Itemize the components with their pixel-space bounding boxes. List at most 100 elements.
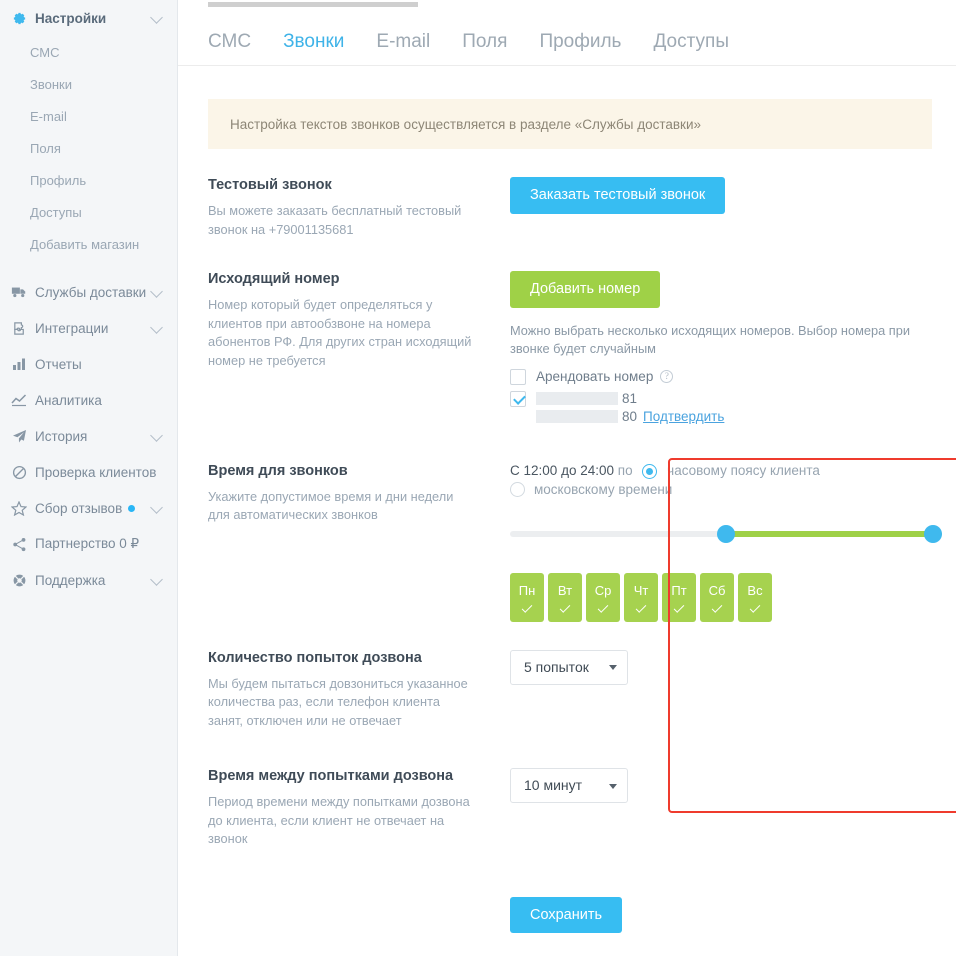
section-test-call: Тестовый звонок Вы можете заказать беспл… — [208, 177, 932, 239]
chevron-down-icon[interactable] — [150, 501, 163, 514]
sidebar-subitem-label: Поля — [30, 140, 61, 156]
slider-handle-start[interactable] — [717, 524, 735, 543]
main-content: СМС Звонки E-mail Поля Профиль Доступы Н… — [178, 0, 956, 956]
outgoing-number-hint: Можно выбрать несколько исходящих номеро… — [510, 322, 910, 357]
save-button[interactable]: Сохранить — [510, 896, 623, 934]
weekday-fri[interactable]: Пт — [662, 572, 696, 622]
call-time-range-line: С 12:00 до 24:00 по часовому поясу клиен… — [510, 463, 942, 479]
sidebar-item-settings[interactable]: Настройки — [0, 0, 177, 36]
slider-handle-end[interactable] — [924, 524, 942, 543]
tab-access[interactable]: Доступы — [653, 31, 729, 53]
sidebar-item-label: История — [35, 428, 88, 444]
radio-moscow-time[interactable] — [510, 481, 525, 497]
gear-icon — [10, 10, 28, 26]
sidebar-item-history[interactable]: История — [0, 418, 177, 454]
tab-calls[interactable]: Звонки — [283, 31, 344, 53]
ban-icon — [10, 464, 28, 480]
sidebar-item-support[interactable]: Поддержка — [0, 562, 177, 598]
confirm-number-link[interactable]: Подтвердить — [643, 409, 724, 424]
rent-number-checkbox[interactable] — [510, 368, 526, 385]
order-test-call-button[interactable]: Заказать тестовый звонок — [510, 177, 726, 214]
sidebar-subitem-sms[interactable]: СМС — [0, 36, 177, 68]
info-banner: Настройка текстов звонков осуществляется… — [208, 99, 932, 149]
section-call-time: Время для звонков Укажите допустимое вре… — [208, 462, 942, 622]
chevron-down-icon[interactable] — [150, 321, 163, 334]
sidebar-item-label: Партнерство 0 ₽ — [35, 536, 140, 551]
sidebar-item-reports[interactable]: Отчеты — [0, 346, 177, 382]
check-icon — [749, 602, 761, 613]
section-interval: Время между попытками дозвона Период вре… — [208, 768, 932, 849]
weekday-wed[interactable]: Ср — [586, 572, 620, 622]
section-description: Вы можете заказать бесплатный тестовый з… — [208, 203, 462, 237]
sidebar-item-analytics[interactable]: Аналитика — [0, 382, 177, 418]
tab-email[interactable]: E-mail — [376, 31, 430, 53]
section-outgoing-number-info: Исходящий номер Номер который будет опре… — [208, 271, 494, 425]
puzzle-icon — [10, 320, 28, 336]
number-row[interactable]: 80 Подтвердить — [510, 409, 932, 425]
time-to: 24:00 — [580, 462, 615, 478]
sidebar-item-delivery-services[interactable]: Службы доставки — [0, 274, 177, 310]
radio-moscow-time-label: московскому времени — [534, 481, 673, 497]
by-word: по — [617, 462, 633, 478]
attempts-select[interactable]: 5 попыток — [510, 649, 628, 685]
sidebar-subitem-profile[interactable]: Профиль — [0, 164, 177, 196]
tab-profile[interactable]: Профиль — [539, 31, 621, 53]
sidebar-item-label: Сбор отзывов — [35, 500, 123, 516]
section-title: Время для звонков — [208, 462, 348, 479]
time-range-slider[interactable] — [510, 523, 942, 545]
sidebar-item-partnership[interactable]: Партнерство 0 ₽ — [0, 526, 177, 562]
section-attempts: Количество попыток дозвона Мы будем пыта… — [208, 649, 932, 731]
check-icon — [673, 602, 685, 613]
sidebar-item-label: Аналитика — [35, 392, 102, 408]
help-icon[interactable]: ? — [660, 370, 674, 384]
weekday-sat[interactable]: Сб — [700, 572, 734, 622]
sidebar-subitem-fields[interactable]: Поля — [0, 132, 177, 164]
info-banner-text: Настройка текстов звонков осуществляется… — [230, 116, 701, 132]
sidebar-subitem-label: СМС — [30, 44, 60, 60]
chevron-down-icon[interactable] — [150, 285, 163, 298]
rent-number-row[interactable]: Арендовать номер ? — [510, 368, 932, 385]
sidebar-item-integrations[interactable]: Интеграции — [0, 310, 177, 346]
attempts-select-value: 5 попыток — [524, 658, 589, 675]
sidebar-item-label: Поддержка — [35, 572, 106, 588]
weekday-sun[interactable]: Вс — [738, 572, 772, 622]
sidebar-item-reviews[interactable]: Сбор отзывов — [0, 490, 177, 526]
section-test-call-info: Тестовый звонок Вы можете заказать беспл… — [208, 177, 494, 239]
weekday-label: Сб — [708, 583, 726, 599]
sidebar-subitem-access[interactable]: Доступы — [0, 196, 177, 228]
share-icon — [10, 536, 28, 552]
radio-client-timezone[interactable] — [642, 463, 658, 479]
tab-sms[interactable]: СМС — [208, 31, 251, 53]
weekday-mon[interactable]: Пн — [510, 572, 544, 622]
section-save: Сохранить — [208, 896, 932, 934]
chevron-down-icon[interactable] — [150, 573, 163, 586]
section-outgoing-number-controls: Добавить номер Можно выбрать несколько и… — [494, 271, 932, 425]
time-to-word: до — [561, 462, 577, 478]
range-prefix: С — [510, 462, 520, 478]
save-spacer — [208, 897, 494, 934]
call-time-moscow-line: московскому времени — [510, 481, 942, 497]
section-description: Номер который будет определяться у клиен… — [208, 297, 472, 368]
app-root: Настройки СМС Звонки E-mail Поля Профиль… — [0, 0, 956, 956]
sidebar-subitem-label: Доступы — [30, 204, 82, 220]
sidebar-item-label: Службы доставки — [35, 284, 147, 300]
sidebar-item-client-check[interactable]: Проверка клиентов — [0, 454, 177, 490]
number-row[interactable]: 81 — [510, 390, 932, 407]
number-checkbox[interactable] — [510, 390, 526, 407]
section-interval-info: Время между попытками дозвона Период вре… — [208, 768, 494, 849]
sidebar-subitem-calls[interactable]: Звонки — [0, 68, 177, 100]
weekday-thu[interactable]: Чт — [624, 572, 658, 622]
chevron-down-icon[interactable] — [150, 11, 163, 24]
weekday-tue[interactable]: Вт — [548, 572, 582, 622]
section-description: Укажите допустимое время и дни недели дл… — [208, 488, 454, 523]
tab-fields[interactable]: Поля — [462, 31, 507, 53]
add-number-button[interactable]: Добавить номер — [510, 271, 661, 308]
notification-dot — [128, 504, 136, 512]
sidebar-subitem-add-shop[interactable]: Добавить магазин — [0, 228, 177, 260]
chevron-down-icon — [609, 783, 617, 789]
sidebar-subitem-email[interactable]: E-mail — [0, 100, 177, 132]
sidebar-subitem-label: Звонки — [30, 76, 72, 92]
chevron-down-icon[interactable] — [150, 429, 163, 442]
interval-select[interactable]: 10 минут — [510, 768, 628, 804]
